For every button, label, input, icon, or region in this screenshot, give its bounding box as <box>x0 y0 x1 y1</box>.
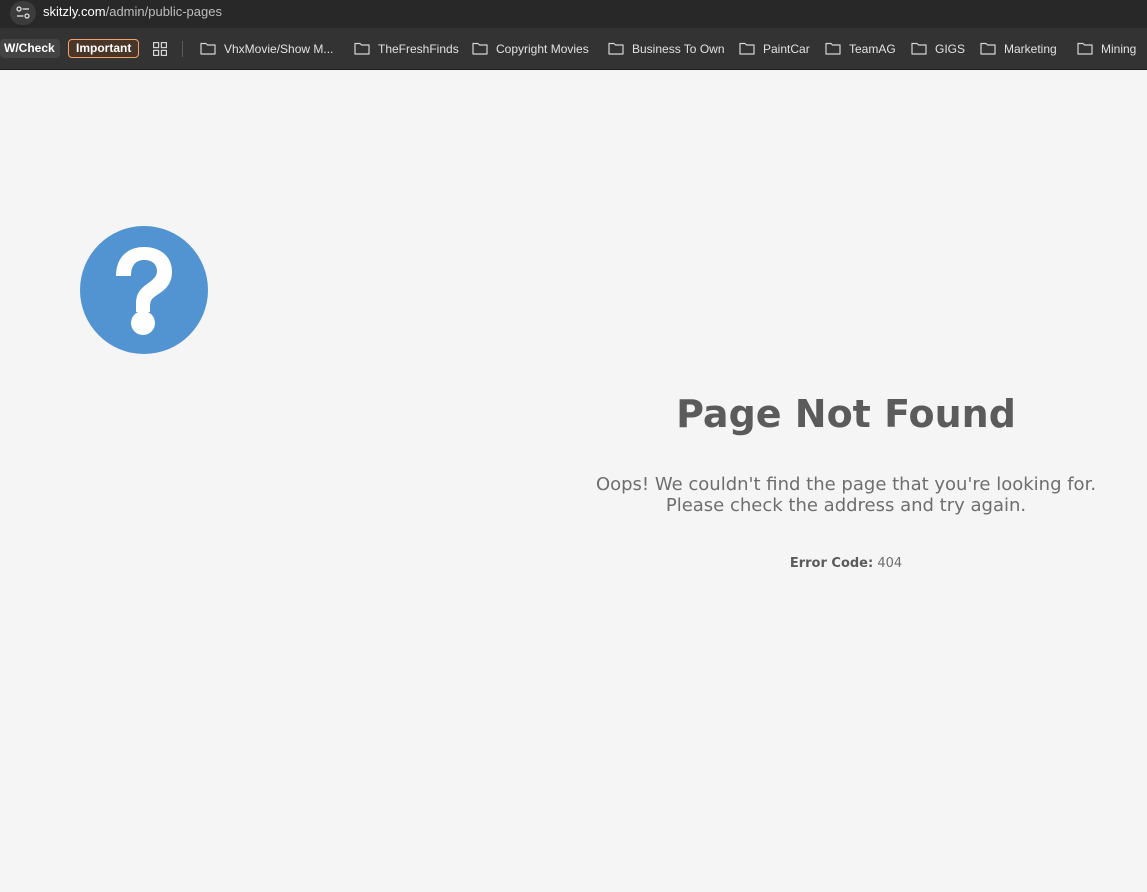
folder-icon <box>980 42 996 55</box>
page-content: Page Not Found Oops! We couldn't find th… <box>0 70 1147 892</box>
bookmark-folder-label: TeamAG <box>849 42 896 56</box>
error-code: Error Code: 404 <box>546 556 1146 571</box>
url-path: /admin/public-pages <box>105 4 222 19</box>
bookmark-folder-label: Business To Own <box>632 42 725 56</box>
folder-icon <box>739 42 755 55</box>
url-text[interactable]: skitzly.com/admin/public-pages <box>43 4 222 19</box>
error-message-line-2: Please check the address and try again. <box>665 495 1027 516</box>
bookmark-important[interactable]: Important <box>68 39 140 58</box>
page-title: Page Not Found <box>676 392 1016 436</box>
browser-chrome: skitzly.com/admin/public-pages W/Check I… <box>0 0 1147 70</box>
apps-grid-icon[interactable] <box>153 42 167 56</box>
bookmark-folder-label: GIGS <box>935 42 966 56</box>
error-code-value: 404 <box>877 556 903 571</box>
error-code-label: Error Code: <box>789 556 874 571</box>
tune-icon <box>16 6 30 19</box>
bookmark-folder-label: Copyright Movies <box>496 42 589 56</box>
error-message: Oops! We couldn't find the page that you… <box>546 474 1146 516</box>
bookmark-separator <box>182 41 183 57</box>
bookmark-folder-label: VhxMovie/Show M... <box>224 42 334 56</box>
url-host: skitzly.com <box>43 4 106 19</box>
bookmark-folder-label: PaintCar <box>763 42 810 56</box>
folder-icon <box>200 42 216 55</box>
site-info-button[interactable] <box>10 1 36 25</box>
folder-icon <box>911 42 927 55</box>
bookmark-folder-label: Mining <box>1101 42 1137 56</box>
bookmark-folder-label: TheFreshFinds <box>378 42 459 56</box>
error-message-line-1: Oops! We couldn't find the page that you… <box>595 474 1097 495</box>
question-circle-icon <box>80 226 208 354</box>
bookmark-folder-label: Marketing <box>1004 42 1057 56</box>
folder-icon <box>825 42 841 55</box>
folder-icon <box>608 42 624 55</box>
folder-icon <box>354 42 370 55</box>
bookmark-wcheck[interactable]: W/Check <box>0 39 60 58</box>
address-bar[interactable]: skitzly.com/admin/public-pages <box>0 0 1147 28</box>
bookmarks-bar: W/Check Important VhxMovie/Show M... The… <box>0 28 1147 70</box>
folder-icon <box>472 42 488 55</box>
folder-icon <box>1077 42 1093 55</box>
